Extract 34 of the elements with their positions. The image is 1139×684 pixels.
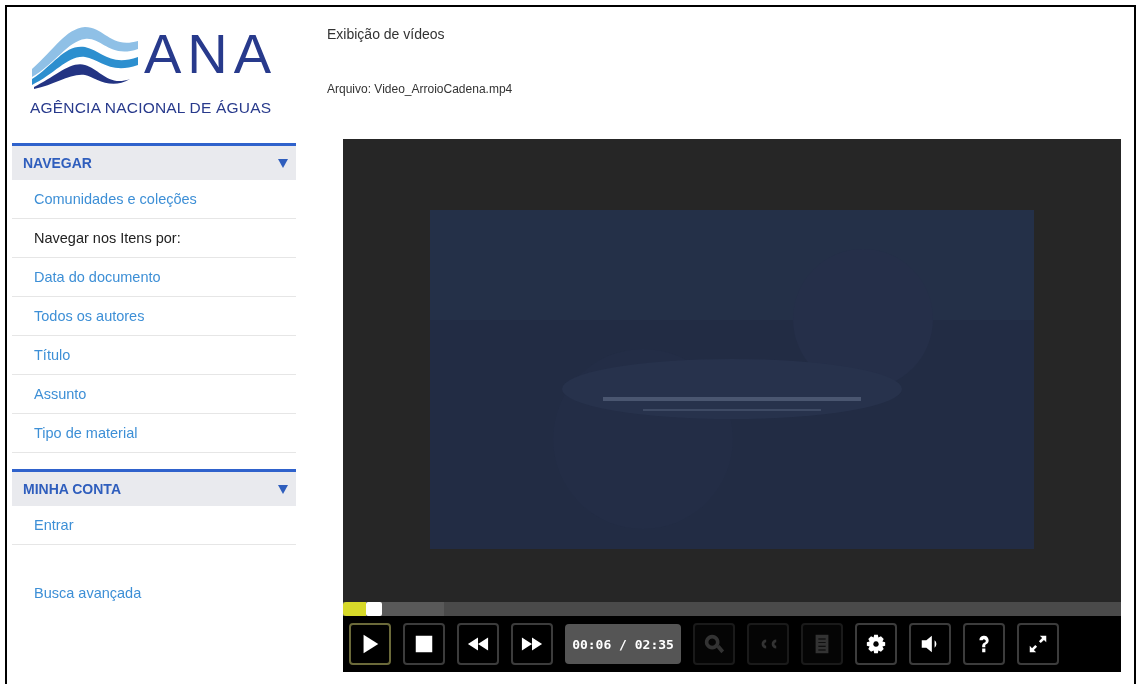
progress-track[interactable] <box>343 602 1121 616</box>
search-icon <box>703 633 725 655</box>
logo-title: ANA <box>144 26 278 82</box>
rewind-button[interactable] <box>457 623 499 665</box>
time-display: 00:06 / 02:35 <box>565 624 681 664</box>
advanced-search-link[interactable]: Busca avançada <box>34 585 142 601</box>
sidebar-link[interactable]: Tipo de material <box>34 425 138 441</box>
sidebar-link[interactable]: Todos os autores <box>34 308 145 324</box>
logo-subtitle: AGÊNCIA NACIONAL DE ÁGUAS <box>30 99 273 117</box>
help-button[interactable] <box>963 623 1005 665</box>
settings-button[interactable] <box>855 623 897 665</box>
page-title: Exibição de vídeos <box>327 26 446 42</box>
sidebar-link[interactable]: Entrar <box>34 517 74 533</box>
section-header[interactable]: MINHA CONTA <box>12 469 296 506</box>
fullscreen-button[interactable] <box>1017 623 1059 665</box>
sidebar-link[interactable]: Data do documento <box>34 269 161 285</box>
stop-button[interactable] <box>403 623 445 665</box>
fast-forward-button[interactable] <box>511 623 553 665</box>
stop-icon <box>413 633 435 655</box>
caret-icon <box>278 484 288 494</box>
section-header[interactable]: NAVEGAR <box>12 143 296 180</box>
sidebar-label: Navegar nos Itens por: <box>34 230 181 246</box>
play-button[interactable] <box>349 623 391 665</box>
expand-icon <box>1027 633 1049 655</box>
sidebar-link[interactable]: Título <box>34 347 71 363</box>
sidebar-link[interactable]: Assunto <box>34 386 87 402</box>
section-title: MINHA CONTA <box>23 481 121 497</box>
caret-icon <box>278 158 288 168</box>
settings-icon <box>865 633 887 655</box>
volume-button[interactable] <box>909 623 951 665</box>
progress-handle[interactable] <box>366 602 383 616</box>
sidebar-link[interactable]: Comunidades e coleções <box>34 191 197 207</box>
file-name: Arquivo: Video_ArroioCadena.mp4 <box>327 82 514 96</box>
section-title: NAVEGAR <box>23 155 92 171</box>
